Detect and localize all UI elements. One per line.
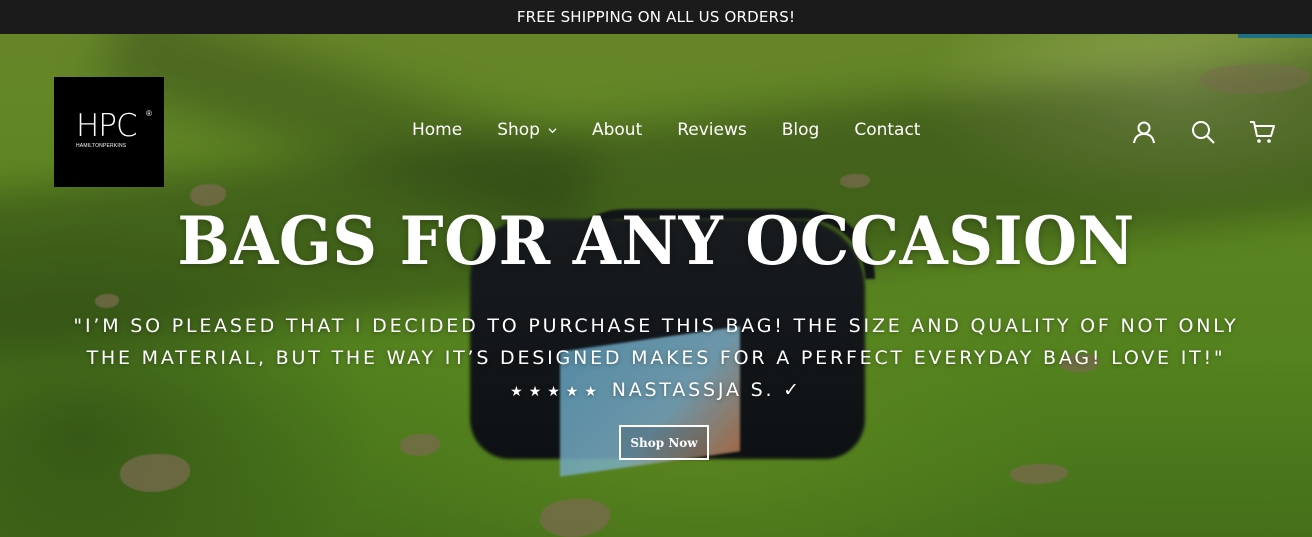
cart-icon[interactable] (1248, 118, 1276, 146)
hero-banner (0, 34, 1312, 537)
nav-label: Shop (497, 120, 540, 140)
nav-label: Blog (781, 120, 820, 140)
chevron-down-icon (548, 127, 557, 133)
brand-logo[interactable]: HPC ® HAMILTONPERKINS (54, 77, 164, 187)
nav-label: About (591, 120, 643, 140)
nav-label: Reviews (677, 120, 747, 140)
main-navigation: Home Shop About Reviews Blog Contact (412, 120, 955, 140)
nav-item-blog[interactable]: Blog (782, 120, 820, 140)
nav-label: Contact (854, 120, 921, 140)
testimonial-author: Nastassja S. (611, 379, 775, 401)
nav-label: Home (412, 120, 463, 140)
search-icon[interactable] (1189, 118, 1217, 146)
nav-item-reviews[interactable]: Reviews (677, 120, 747, 140)
logo-registered-mark: ® (146, 109, 152, 118)
header-icons (1130, 118, 1276, 146)
shop-now-button[interactable]: Shop Now (619, 425, 709, 460)
hero-title: BAGS FOR ANY OCCASION (177, 202, 1135, 280)
hero-testimonial: "I’m so pleased that I decided to purcha… (60, 310, 1252, 408)
nav-item-contact[interactable]: Contact (854, 120, 920, 140)
announcement-text: FREE SHIPPING ON ALL US ORDERS! (516, 8, 796, 26)
logo-subtext: HAMILTONPERKINS (76, 143, 127, 149)
nav-item-about[interactable]: About (592, 120, 642, 140)
logo-text: HPC (76, 108, 138, 144)
rating-stars: ★★★★★ (510, 384, 603, 400)
accent-line (1238, 34, 1312, 38)
nav-item-shop[interactable]: Shop (497, 120, 557, 140)
announcement-bar: FREE SHIPPING ON ALL US ORDERS! (0, 0, 1312, 34)
account-icon[interactable] (1130, 118, 1158, 146)
nav-item-home[interactable]: Home (412, 120, 462, 140)
testimonial-text: "I’m so pleased that I decided to purcha… (73, 315, 1239, 369)
verified-check-icon: ✓ (783, 379, 802, 401)
